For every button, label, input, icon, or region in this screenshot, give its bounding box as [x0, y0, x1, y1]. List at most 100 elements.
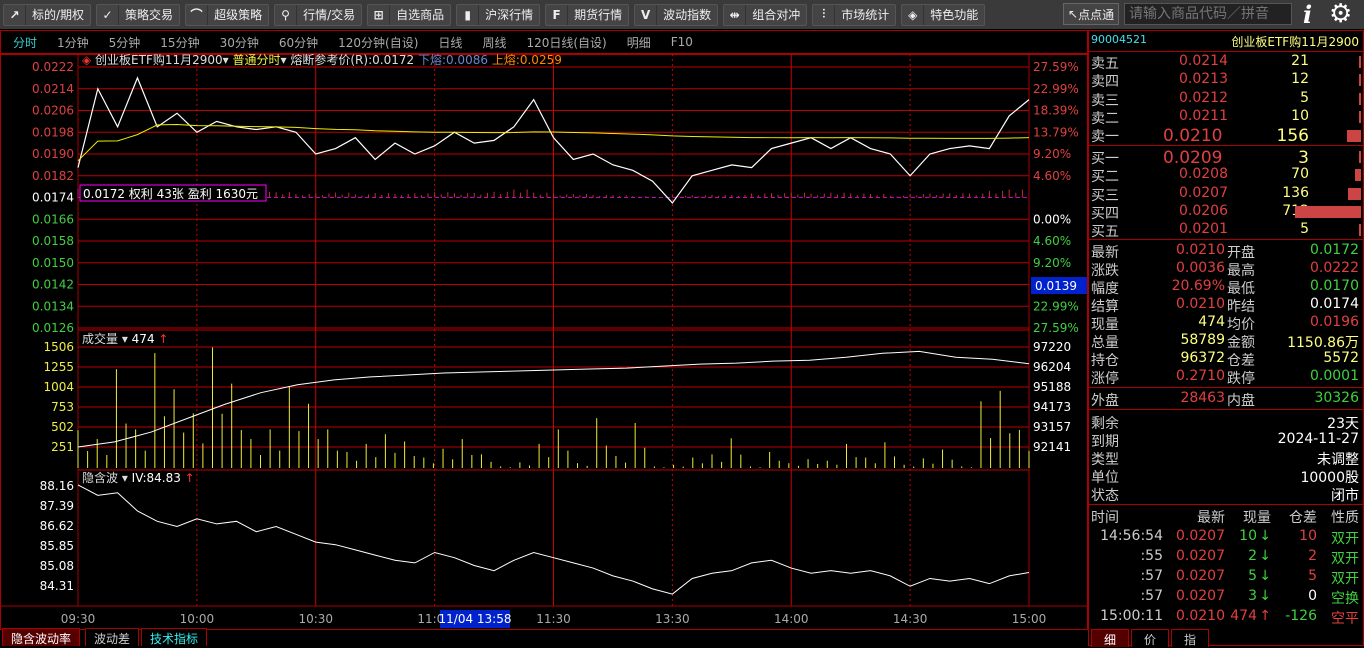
search-input[interactable] — [1124, 3, 1292, 25]
cell: 外盘 — [1091, 393, 1119, 409]
cell: 96372 — [1180, 350, 1225, 366]
quote-tab-0[interactable]: 细 — [1091, 629, 1129, 647]
toolbar-button-0[interactable]: ↗ 标的/期权 — [3, 3, 92, 26]
bid-row: 买三 0.0207 136 — [1089, 184, 1363, 204]
price-tick: 0.0142 — [32, 278, 74, 292]
toolbar-button-3[interactable]: ⚲ 行情/交易 — [274, 3, 363, 26]
period-tab[interactable]: 120分钟(自设) — [338, 34, 418, 51]
toolbar-button-label: 自选商品 — [396, 8, 445, 22]
cell: 0.0209 — [1163, 148, 1223, 168]
ask-row: 卖五 0.0214 21 — [1089, 53, 1363, 72]
futures-icon: F — [546, 4, 569, 25]
chart-header-part: ◈ — [82, 54, 95, 67]
period-tab[interactable]: 周线 — [482, 34, 506, 51]
cell: 474 — [1230, 608, 1257, 624]
period-tab[interactable]: 30分钟 — [220, 34, 259, 51]
toolbar-button-7[interactable]: V 波动指数 — [634, 3, 719, 26]
period-tab[interactable]: F10 — [671, 35, 693, 49]
cell: 474 — [1198, 314, 1225, 330]
cell: 未调整 — [1317, 452, 1359, 468]
bid-row: 买四0.0206712 — [1089, 203, 1363, 222]
cell: 买三 — [1091, 187, 1119, 204]
quote-tab-1[interactable]: 价 — [1131, 629, 1169, 647]
price-tick: 0.0174 — [32, 191, 74, 205]
quote-tab-2[interactable]: 指 — [1171, 629, 1209, 647]
cell: 双开 — [1331, 531, 1359, 547]
toolbar-button-4[interactable]: ⊞ 自选商品 — [367, 3, 452, 26]
iv-tick: 88.16 — [40, 479, 74, 493]
cell: 卖一 — [1091, 129, 1119, 146]
period-tab[interactable]: 日线 — [438, 34, 462, 51]
iv-tick: 87.39 — [40, 499, 74, 513]
cell: 总量 — [1091, 335, 1119, 351]
volume-tick: 1255 — [43, 360, 74, 374]
toolbar-button-1[interactable]: ✓ 策略交易 — [96, 3, 181, 26]
bid-volume-bar — [1359, 151, 1361, 163]
bid-volume-bar — [1359, 224, 1361, 237]
toolbar-button-8[interactable]: ⇹ 组合对冲 — [723, 3, 808, 26]
toolbar-button-9[interactable]: ⫶ 市场统计 — [812, 3, 897, 26]
click-trade-button[interactable]: ↖ 点点通 — [1063, 3, 1120, 25]
toolbar-button-2[interactable]: ⌒ 超级策略 — [185, 3, 270, 26]
ask-volume-bar — [1359, 56, 1361, 68]
period-tab[interactable]: 120日线(自设) — [526, 34, 606, 51]
cart-icon: ⊞ — [368, 4, 391, 25]
tab-volatility-spread[interactable]: 波动差 — [85, 628, 140, 646]
cell: 最低 — [1227, 281, 1255, 297]
toolbar-button-5[interactable]: ▮ 沪深行情 — [456, 3, 541, 26]
cell: 14:56:54 — [1100, 528, 1163, 544]
tick-row: 15:00:11 0.0210 474 ↑ -126 空平 — [1089, 608, 1363, 627]
cell: 156 — [1276, 126, 1309, 147]
contract-info-row: 状态 闭市 — [1089, 485, 1363, 504]
tick-row: :55 0.0207 2 ↓ 2 双开 — [1089, 548, 1363, 567]
bid-volume-bar — [1295, 205, 1361, 218]
price-tick: 0.0214 — [32, 82, 74, 96]
period-tab[interactable]: 1分钟 — [57, 34, 89, 51]
divider — [1089, 145, 1363, 146]
stat-row: 涨停 0.2710 跌停 0.0001 — [1089, 368, 1363, 387]
gear-icon[interactable]: ⚙ — [1329, 0, 1352, 28]
time-tick: 14:00 — [774, 612, 809, 626]
price-tick: 0.0198 — [32, 125, 74, 139]
toolbar-button-6[interactable]: F 期货行情 — [545, 3, 630, 26]
price-tick: 0.0206 — [32, 104, 74, 118]
period-tab[interactable]: 60分钟 — [279, 34, 318, 51]
intraday-chart[interactable]: 0.0222 0.0214 0.0206 0.0198 0.0190 0.0182 0.01… — [0, 54, 1088, 646]
cell: 0.0213 — [1179, 71, 1228, 88]
info-icon[interactable]: i — [1303, 0, 1312, 29]
position-annotation: 0.0172 权利 43张 盈利 1630元 — [83, 187, 258, 201]
cell: ↓ — [1259, 568, 1271, 584]
cursor-icon: ↖ — [1068, 7, 1079, 21]
time-tick: 10:30 — [298, 612, 333, 626]
toolbar-button-label: 波动指数 — [663, 8, 712, 22]
cell: 0.0210 — [1176, 296, 1225, 312]
period-tab[interactable]: 分时 — [13, 34, 37, 51]
period-tab[interactable]: 明细 — [627, 34, 651, 51]
cell: 类型 — [1091, 452, 1119, 468]
percent-tick: 9.20% — [1033, 147, 1071, 161]
stat-row: 总量 58789 金额 1150.86万 — [1089, 332, 1363, 351]
contract-info-row: 单位 10000股 — [1089, 467, 1363, 486]
cell: 0.0207 — [1179, 184, 1228, 201]
chart-header-part: 上熔:0.0259 — [492, 54, 562, 67]
cell: 0.0207 — [1176, 568, 1225, 584]
cell: 最新 — [1091, 245, 1119, 261]
cell: 15:00:11 — [1100, 608, 1163, 624]
cell: 90004521 — [1091, 33, 1147, 46]
price-tick: 0.0182 — [32, 169, 74, 183]
cell: 昨结 — [1227, 299, 1255, 315]
price-tick: 0.0190 — [32, 147, 74, 161]
cell: 23天 — [1327, 416, 1359, 432]
cell: 2 — [1248, 548, 1257, 564]
period-tab[interactable]: 5分钟 — [109, 34, 141, 51]
tab-implied-volatility[interactable]: 隐含波动率 — [2, 628, 81, 646]
period-tab[interactable]: 15分钟 — [160, 34, 199, 51]
percent-tick: 18.39% — [1033, 104, 1079, 118]
toolbar-button-10[interactable]: ◈ 特色功能 — [901, 3, 986, 26]
ticks-header: 时间 最新 现量 仓差 性质 — [1089, 507, 1363, 526]
toolbar-button-label: 超级策略 — [214, 8, 263, 22]
chart-header-part[interactable]: 普通分时 — [233, 54, 281, 67]
cell: 0.0207 — [1176, 528, 1225, 544]
tab-technical-indicators[interactable]: 技术指标 — [141, 628, 208, 646]
divider — [1089, 239, 1363, 240]
